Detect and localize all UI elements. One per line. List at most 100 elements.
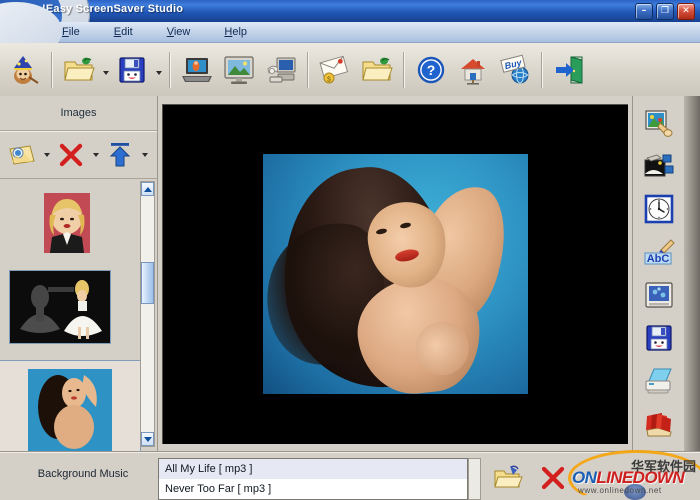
move-up-image-dropdown[interactable] bbox=[138, 136, 151, 174]
preview-area bbox=[158, 96, 632, 451]
add-image-button[interactable] bbox=[4, 135, 40, 175]
toolbar-separator-4 bbox=[403, 51, 405, 88]
toolbar-folder-button[interactable] bbox=[356, 48, 398, 92]
images-toolbar bbox=[0, 131, 157, 179]
open-folder-icon bbox=[64, 57, 95, 80]
publish-button[interactable] bbox=[639, 405, 679, 443]
add-music-button[interactable] bbox=[490, 460, 526, 496]
delete-image-dropdown[interactable] bbox=[89, 136, 102, 174]
toolbar-preview-button[interactable] bbox=[176, 48, 218, 92]
toolbar-help-button[interactable]: ? bbox=[410, 48, 452, 92]
buy-globe-icon: Buy bbox=[500, 54, 529, 83]
thumbnail-2[interactable] bbox=[9, 270, 111, 344]
image-preview[interactable] bbox=[162, 103, 628, 444]
application-window: !Easy ScreenSaver Studio – ❐ ✕ File Edit… bbox=[0, 0, 700, 500]
home-house-icon bbox=[461, 58, 485, 85]
text-abc-icon: AbC bbox=[644, 239, 675, 265]
add-music-folder-icon bbox=[494, 465, 523, 488]
thumbnail-1[interactable] bbox=[44, 193, 90, 253]
screen-settings-button[interactable] bbox=[639, 276, 679, 314]
menu-bar: File Edit View Help bbox=[0, 2, 700, 60]
thumbnail-3[interactable] bbox=[0, 360, 141, 451]
toolbar-save-dropdown[interactable] bbox=[153, 49, 164, 91]
close-button[interactable]: ✕ bbox=[677, 3, 695, 20]
menu-file[interactable]: File bbox=[58, 25, 84, 39]
save-project-button[interactable] bbox=[639, 319, 679, 357]
image-effects-button[interactable] bbox=[639, 104, 679, 142]
wizard-icon bbox=[14, 55, 39, 84]
move-up-image-button[interactable] bbox=[102, 135, 138, 175]
image-effects-icon bbox=[645, 110, 673, 137]
thumbnail-scrollbar[interactable] bbox=[140, 181, 155, 447]
transition-effects-icon bbox=[644, 154, 674, 177]
toolbar-send-button[interactable]: $ bbox=[314, 48, 356, 92]
menu-view-rest: iew bbox=[173, 26, 191, 38]
window-title: !Easy ScreenSaver Studio bbox=[42, 3, 184, 15]
menu-edit-rest: dit bbox=[121, 26, 133, 38]
save-floppy-icon bbox=[119, 56, 145, 83]
side-toolbar: AbC bbox=[632, 96, 685, 459]
delete-x-icon bbox=[59, 143, 83, 166]
transition-effects-button[interactable] bbox=[639, 147, 679, 185]
menu-edit-accel: E bbox=[113, 26, 122, 38]
title-bar: !Easy ScreenSaver Studio – ❐ ✕ bbox=[0, 0, 700, 22]
timing-clock-icon bbox=[644, 194, 674, 224]
toolbar-separator-2 bbox=[169, 51, 171, 88]
print-button[interactable] bbox=[639, 362, 679, 400]
delete-image-button[interactable] bbox=[53, 135, 89, 175]
minimize-button[interactable]: – bbox=[635, 3, 653, 20]
menu-help[interactable]: Help bbox=[220, 25, 251, 39]
menu-view[interactable]: View bbox=[163, 25, 195, 39]
preview-laptop-icon bbox=[182, 57, 212, 82]
scroll-up-arrow-icon[interactable] bbox=[141, 182, 154, 196]
svg-text:$: $ bbox=[327, 76, 331, 83]
help-question-icon: ? bbox=[417, 56, 445, 83]
music-scrollbar[interactable] bbox=[468, 458, 481, 500]
delete-music-button[interactable] bbox=[535, 460, 571, 496]
timing-button[interactable] bbox=[639, 190, 679, 228]
menu-file-rest: ile bbox=[68, 26, 80, 38]
images-panel: Images bbox=[0, 96, 158, 451]
text-button[interactable]: AbC bbox=[639, 233, 679, 271]
svg-text:?: ? bbox=[427, 62, 436, 78]
toolbar-buy-button[interactable]: Buy bbox=[494, 48, 536, 92]
scroll-down-arrow-icon[interactable] bbox=[141, 432, 154, 446]
exit-door-icon bbox=[556, 55, 583, 84]
scrollbar-thumb[interactable] bbox=[141, 262, 154, 304]
move-up-arrow-icon bbox=[109, 142, 131, 166]
music-list-item-2[interactable]: Never Too Far [ mp3 ] bbox=[159, 479, 467, 499]
music-list[interactable]: All My Life [ mp3 ] Never Too Far [ mp3 … bbox=[158, 458, 468, 500]
toolbar-separator-5 bbox=[541, 51, 543, 88]
menu-edit[interactable]: Edit bbox=[110, 25, 137, 39]
add-image-icon bbox=[9, 144, 35, 165]
toolbar-install-button[interactable] bbox=[260, 48, 302, 92]
delete-music-x-icon bbox=[541, 466, 565, 490]
toolbar-open-dropdown[interactable] bbox=[100, 49, 111, 91]
publish-icon bbox=[646, 413, 672, 437]
send-email-icon: $ bbox=[319, 55, 349, 83]
preview-photo bbox=[262, 153, 528, 394]
svg-text:AbC: AbC bbox=[647, 253, 670, 265]
screen-picture-icon bbox=[224, 55, 254, 84]
image-thumbnail-list[interactable] bbox=[0, 179, 157, 451]
background-music-label: Background Music bbox=[37, 468, 129, 480]
toolbar-home-button[interactable] bbox=[452, 48, 494, 92]
window-right-edge bbox=[684, 96, 700, 451]
toolbar-save-button[interactable] bbox=[111, 48, 153, 92]
background-music-bar: Background Music All My Life [ mp3 ] Nev… bbox=[0, 451, 700, 500]
maximize-button[interactable]: ❐ bbox=[656, 3, 674, 20]
add-image-dropdown[interactable] bbox=[40, 136, 53, 174]
toolbar-wizard-button[interactable] bbox=[4, 48, 46, 92]
images-panel-title: Images bbox=[0, 96, 157, 131]
install-computer-icon bbox=[267, 57, 296, 82]
toolbar-open-button[interactable] bbox=[58, 48, 100, 92]
menu-file-accel: F bbox=[62, 26, 69, 38]
toolbar-exit-button[interactable] bbox=[548, 48, 590, 92]
music-list-item-1[interactable]: All My Life [ mp3 ] bbox=[159, 459, 467, 479]
screen-settings-icon bbox=[645, 282, 673, 308]
main-toolbar: $ ? Buy bbox=[0, 43, 700, 97]
menu-view-accel: V bbox=[166, 26, 174, 38]
toolbar-screen-button[interactable] bbox=[218, 48, 260, 92]
menu-help-rest: elp bbox=[232, 26, 248, 38]
save-project-icon bbox=[646, 325, 672, 351]
